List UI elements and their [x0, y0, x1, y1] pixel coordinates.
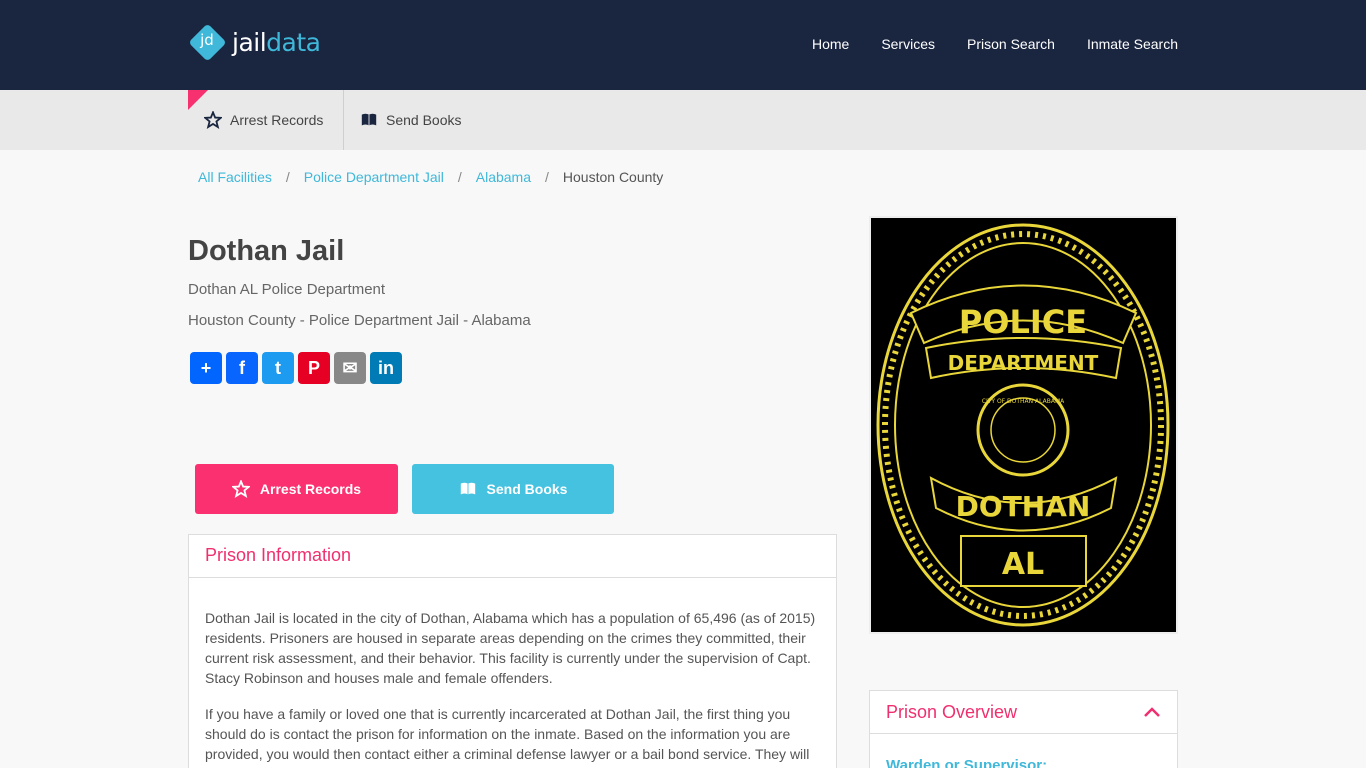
panel-heading: Prison Information: [189, 535, 836, 578]
breadcrumb-alabama[interactable]: Alabama: [476, 169, 531, 185]
top-navbar: jd jaildata Home Services Prison Search …: [0, 0, 1366, 90]
subnav-send-books[interactable]: Send Books: [360, 90, 462, 150]
share-linkedin-button[interactable]: in: [370, 352, 402, 384]
subnav-books-label: Send Books: [386, 112, 462, 128]
send-books-label: Send Books: [486, 481, 568, 497]
send-books-button[interactable]: Send Books: [412, 464, 614, 514]
book-icon: [460, 482, 475, 495]
warden-label: Warden or Supervisor:: [886, 757, 1048, 768]
chevron-up-icon[interactable]: [1143, 706, 1161, 718]
page-title: Dothan Jail: [188, 235, 345, 267]
page-subtitle: Dothan AL Police Department: [188, 281, 386, 298]
sub-navbar: Arrest Records Send Books: [0, 90, 1366, 150]
prison-overview-panel: Prison Overview Warden or Supervisor:: [869, 690, 1178, 768]
page-location: Houston County - Police Department Jail …: [188, 312, 531, 329]
logo-wordmark: jaildata: [232, 27, 321, 57]
prison-information-panel: Prison Information Dothan Jail is locate…: [188, 534, 837, 768]
svg-text:CITY OF DOTHAN ALABAMA: CITY OF DOTHAN ALABAMA: [982, 398, 1065, 405]
subnav-arrest-label: Arrest Records: [230, 112, 324, 128]
badge-emblem-icon: POLICE DEPARTMENT CITY OF DOTHAN ALABAMA…: [871, 218, 1176, 632]
subnav-divider: [343, 90, 344, 150]
breadcrumb-current: Houston County: [562, 169, 664, 185]
overview-title: Prison Overview: [886, 701, 1018, 722]
star-icon: [231, 480, 250, 498]
breadcrumb-police-department-jail[interactable]: Police Department Jail: [304, 169, 444, 185]
svg-text:DOTHAN: DOTHAN: [956, 490, 1091, 523]
svg-text:DEPARTMENT: DEPARTMENT: [948, 351, 1099, 375]
book-icon: [361, 113, 377, 126]
share-buttons: + f t P ✉ in: [190, 352, 402, 384]
police-badge-image: POLICE DEPARTMENT CITY OF DOTHAN ALABAMA…: [869, 216, 1178, 634]
nav-home[interactable]: Home: [812, 36, 849, 52]
share-twitter-button[interactable]: t: [262, 352, 294, 384]
arrest-records-label: Arrest Records: [259, 481, 362, 497]
share-pinterest-button[interactable]: P: [298, 352, 330, 384]
panel-body: Dothan Jail is located in the city of Do…: [189, 578, 836, 768]
arrest-records-button[interactable]: Arrest Records: [195, 464, 398, 514]
main-nav: Home Services Prison Search Inmate Searc…: [812, 36, 1178, 52]
share-facebook-button[interactable]: f: [226, 352, 258, 384]
nav-inmate-search[interactable]: Inmate Search: [1087, 36, 1178, 52]
star-icon: [204, 111, 222, 129]
nav-services[interactable]: Services: [881, 36, 935, 52]
subnav-arrest-records[interactable]: Arrest Records: [204, 90, 323, 150]
share-email-button[interactable]: ✉: [334, 352, 366, 384]
jaildata-logo[interactable]: jd jaildata: [188, 22, 321, 62]
logo-icon: jd: [188, 23, 227, 62]
breadcrumb-all-facilities[interactable]: All Facilities: [198, 169, 272, 185]
info-paragraph-2: If you have a family or loved one that i…: [205, 706, 810, 768]
share-add-button[interactable]: +: [190, 352, 222, 384]
overview-heading[interactable]: Prison Overview: [870, 691, 1177, 734]
svg-text:POLICE: POLICE: [959, 303, 1087, 341]
svg-text:AL: AL: [1002, 547, 1044, 582]
nav-prison-search[interactable]: Prison Search: [967, 36, 1055, 52]
breadcrumb: All Facilities / Police Department Jail …: [198, 169, 664, 185]
info-paragraph-1: Dothan Jail is located in the city of Do…: [205, 610, 816, 686]
